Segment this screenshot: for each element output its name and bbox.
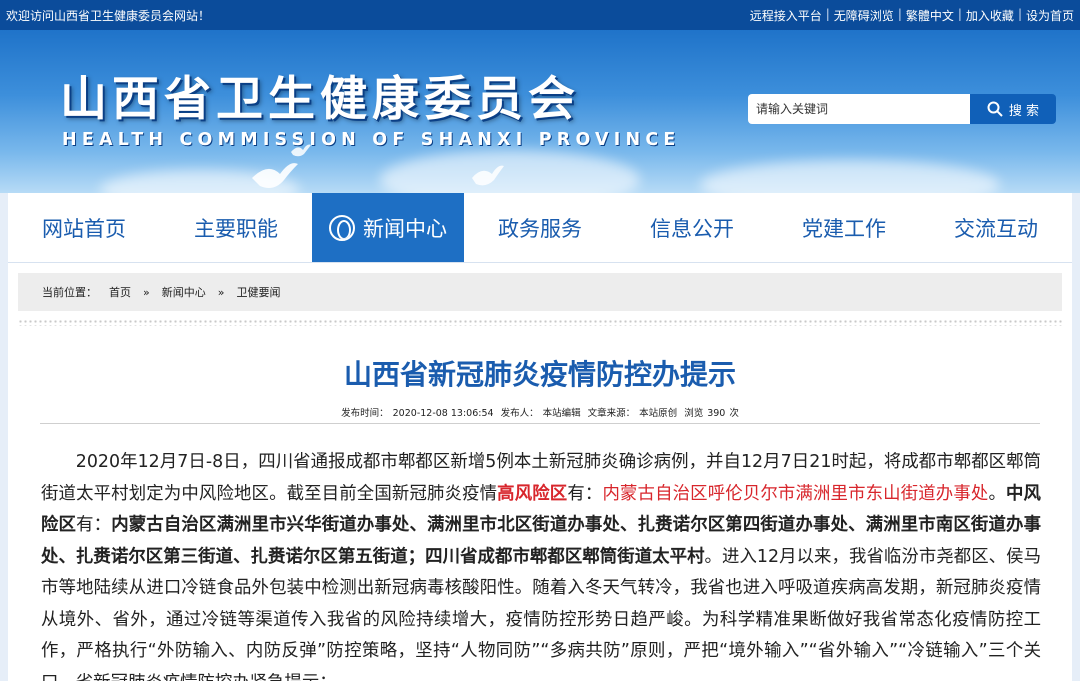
meta-views-label: 浏览 — [684, 408, 704, 419]
separator: | — [897, 7, 902, 21]
main-nav: 网站首页 主要职能 新闻中心 政务服务 信息公开 党建工作 交流互动 — [8, 193, 1072, 263]
article-title: 山西省新冠肺炎疫情防控办提示 — [343, 358, 736, 391]
nav-item-functions[interactable]: 主要职能 — [160, 193, 312, 262]
meta-publisher: 本站编辑 — [542, 408, 581, 419]
nav-wrapper: 网站首页 主要职能 新闻中心 政务服务 信息公开 党建工作 交流互动 — [0, 193, 1080, 263]
nav-item-interaction[interactable]: 交流互动 — [920, 193, 1072, 262]
dotted-divider — [18, 319, 1062, 326]
site-subtitle: HEALTH COMMISSION OF SHANXI PROVINCE — [62, 130, 681, 150]
nav-item-news[interactable]: 新闻中心 — [312, 193, 464, 262]
meta-divider — [40, 423, 1040, 424]
search-input[interactable] — [748, 94, 970, 124]
breadcrumb-health-news[interactable]: 卫健要闻 — [236, 284, 280, 300]
welcome-text: 欢迎访问山西省卫生健康委员会网站！ — [6, 9, 211, 23]
separator: | — [1017, 7, 1022, 21]
article-text: 有： — [76, 515, 112, 535]
nav-item-label: 网站首页 — [42, 216, 126, 241]
nav-item-label: 党建工作 — [802, 216, 886, 241]
dove-icon — [472, 165, 504, 186]
article-text: 。 — [988, 483, 1006, 504]
globe-icon — [329, 214, 355, 241]
search-box: 搜 索 — [748, 94, 1056, 124]
meta-source: 本站原创 — [639, 408, 678, 419]
high-risk-areas: 内蒙古自治区呼伦贝尔市满洲里市东山街道办事处 — [602, 483, 989, 504]
breadcrumb-home[interactable]: 首页 — [109, 284, 131, 300]
breadcrumb: 当前位置： 首页 » 新闻中心 » 卫健要闻 — [18, 273, 1062, 311]
breadcrumb-news-center[interactable]: 新闻中心 — [162, 284, 206, 300]
article-meta: 发布时间： 2020-12-08 13:06:54 发布人： 本站编辑 文章来源：本… — [8, 405, 1072, 419]
cloud-decoration — [380, 150, 640, 193]
breadcrumb-separator: » — [217, 285, 225, 299]
meta-time: 2020-12-08 13:06:54 — [392, 408, 494, 419]
search-icon — [987, 101, 1003, 117]
article-text: 有： — [567, 483, 603, 504]
nav-item-info-disclosure[interactable]: 信息公开 — [616, 193, 768, 262]
nav-item-party-building[interactable]: 党建工作 — [768, 193, 920, 262]
main-area: 当前位置： 首页 » 新闻中心 » 卫健要闻 山西省新冠肺炎疫情防控办提示 发布… — [0, 263, 1080, 681]
high-risk-label: 高风险区 — [497, 483, 568, 504]
separator: | — [957, 7, 962, 21]
search-button-label: 搜 索 — [1008, 103, 1040, 119]
content-panel: 当前位置： 首页 » 新闻中心 » 卫健要闻 山西省新冠肺炎疫情防控办提示 发布… — [8, 263, 1072, 681]
top-links: 远程接入平台 | 无障碍浏览 | 繁體中文 | 加入收藏 | 设为首页 — [750, 7, 1074, 24]
dove-icon — [252, 163, 298, 188]
breadcrumb-prefix: 当前位置： — [42, 286, 97, 299]
meta-views-unit: 次 — [729, 408, 739, 419]
separator: | — [825, 7, 830, 21]
nav-item-label: 政务服务 — [498, 216, 582, 241]
link-remote-access[interactable]: 远程接入平台 — [750, 7, 822, 24]
meta-source-label: 文章来源： — [587, 408, 636, 419]
link-set-homepage[interactable]: 设为首页 — [1026, 7, 1074, 24]
link-accessibility[interactable]: 无障碍浏览 — [834, 7, 894, 24]
meta-time-label: 发布时间： — [341, 408, 389, 419]
meta-publisher-label: 发布人： — [500, 408, 539, 419]
nav-item-label: 交流互动 — [954, 216, 1038, 241]
article-body: 2020年12月7日-8日，四川省通报成都市郫都区新增5例本土新冠肺炎确诊病例，… — [41, 447, 1041, 681]
nav-item-home[interactable]: 网站首页 — [8, 193, 160, 262]
site-title: 山西省卫生健康委员会 — [60, 72, 580, 127]
header-banner: 山西省卫生健康委员会 HEALTH COMMISSION OF SHANXI P… — [0, 30, 1080, 193]
meta-views: 390 — [707, 408, 726, 419]
search-button[interactable]: 搜 索 — [970, 94, 1056, 124]
link-add-favorite[interactable]: 加入收藏 — [966, 7, 1014, 24]
nav-item-label: 主要职能 — [194, 216, 278, 241]
link-traditional-chinese[interactable]: 繁體中文 — [906, 7, 954, 24]
nav-item-services[interactable]: 政务服务 — [464, 193, 616, 262]
cloud-decoration — [700, 160, 1000, 193]
nav-item-label: 新闻中心 — [363, 216, 447, 241]
top-bar: 欢迎访问山西省卫生健康委员会网站！ 远程接入平台 | 无障碍浏览 | 繁體中文 … — [0, 0, 1080, 30]
nav-item-label: 信息公开 — [650, 216, 734, 241]
breadcrumb-separator: » — [143, 285, 150, 299]
